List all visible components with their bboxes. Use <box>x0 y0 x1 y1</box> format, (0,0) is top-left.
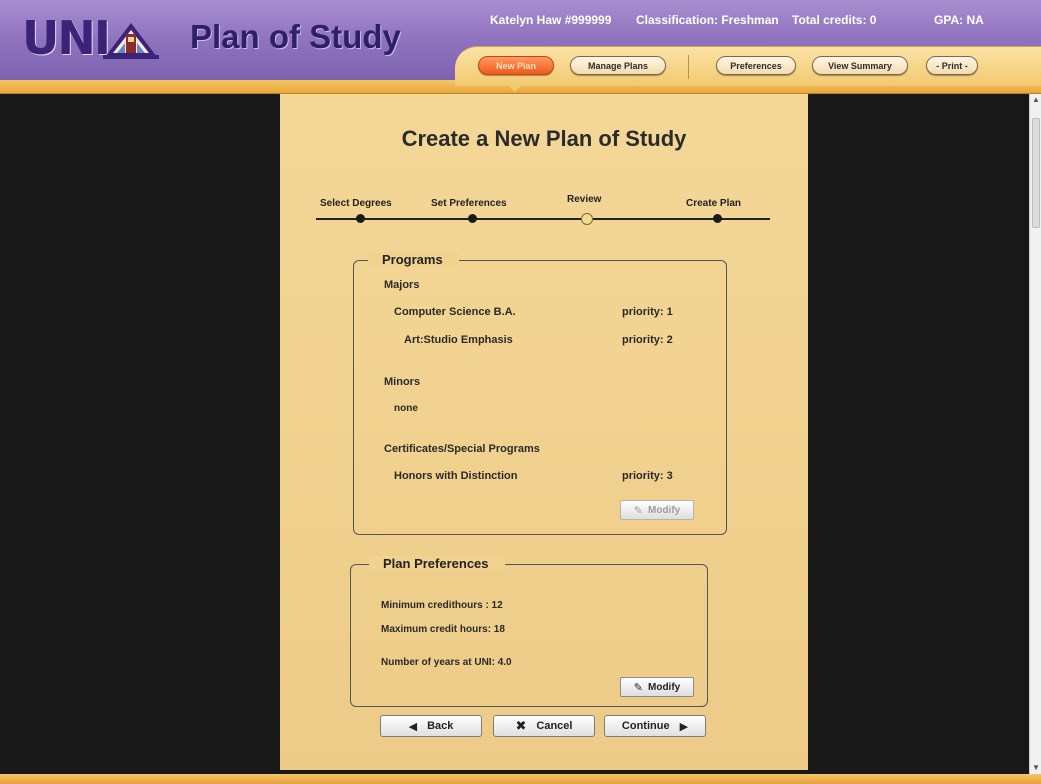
minors-heading: Minors <box>384 376 421 388</box>
user-name: Katelyn Haw #999999 <box>490 13 612 27</box>
modify-preferences-button[interactable]: ✎ Modify <box>620 677 694 697</box>
step-dot-current <box>581 213 593 225</box>
back-button[interactable]: ◀ Back <box>380 715 482 737</box>
back-label: Back <box>427 720 454 732</box>
major-priority: priority: 1 <box>622 306 673 318</box>
minors-value: none <box>394 403 418 414</box>
step-review: Review <box>567 194 602 205</box>
min-credit-hours: Minimum credithours : 12 <box>381 600 503 611</box>
major-priority: priority: 2 <box>622 334 673 346</box>
logo-text: UNI <box>22 11 111 65</box>
max-credit-hours: Maximum credit hours: 18 <box>381 624 505 635</box>
wizard-panel: Create a New Plan of Study Select Degree… <box>280 94 808 770</box>
cancel-label: Cancel <box>536 720 573 732</box>
tab-divider <box>688 55 689 79</box>
certificate-priority: priority: 3 <box>622 470 673 482</box>
tab-view-summary[interactable]: View Summary <box>812 56 908 75</box>
active-tab-pointer <box>507 84 523 92</box>
majors-heading: Majors <box>384 279 420 291</box>
years-at-uni: Number of years at UNI: 4.0 <box>381 657 512 668</box>
tab-print[interactable]: - Print - <box>926 56 978 75</box>
vertical-scrollbar[interactable]: ▲ ▼ <box>1029 94 1041 774</box>
plan-preferences-fieldset: Plan Preferences Minimum credithours : 1… <box>350 556 708 707</box>
wizard-steps: Select Degrees Set Preferences Review Cr… <box>310 194 790 234</box>
footer-strip <box>0 774 1041 784</box>
step-select-degrees: Select Degrees <box>320 198 392 209</box>
cancel-button[interactable]: ✖ Cancel <box>493 715 595 737</box>
page-title: Create a New Plan of Study <box>401 126 687 151</box>
step-dot <box>468 214 477 223</box>
arrow-right-icon: ▶ <box>679 720 689 733</box>
pencil-icon: ✎ <box>633 681 643 694</box>
modify-label: Modify <box>648 504 681 516</box>
uni-logo[interactable]: UNI <box>22 14 159 62</box>
scroll-up-arrow-icon[interactable]: ▲ <box>1030 94 1041 106</box>
step-create-plan: Create Plan <box>686 198 742 209</box>
step-set-preferences: Set Preferences <box>431 198 507 209</box>
user-info-bar: Katelyn Haw #999999 Classification: Fres… <box>490 13 1030 29</box>
step-dot <box>713 214 722 223</box>
tab-preferences[interactable]: Preferences <box>716 56 796 75</box>
modify-label: Modify <box>648 681 681 693</box>
certificates-heading: Certificates/Special Programs <box>384 443 540 455</box>
step-dot <box>356 214 365 223</box>
tab-new-plan[interactable]: New Plan <box>478 56 554 75</box>
classification: Classification: Freshman <box>636 13 779 27</box>
tab-manage-plans[interactable]: Manage Plans <box>570 56 666 75</box>
campanile-icon <box>102 23 159 59</box>
programs-fieldset: Programs Majors Computer Science B.A. pr… <box>353 252 727 535</box>
step-progress-line <box>316 218 770 220</box>
pencil-icon: ✎ <box>633 504 643 517</box>
continue-label: Continue <box>621 720 670 732</box>
certificate-name: Honors with Distinction <box>394 470 518 482</box>
programs-legend: Programs <box>368 252 459 267</box>
major-name: Art:Studio Emphasis <box>404 334 513 346</box>
plan-preferences-legend: Plan Preferences <box>369 556 505 571</box>
major-name: Computer Science B.A. <box>394 306 516 318</box>
app-title: Plan of Study <box>190 18 401 55</box>
continue-button[interactable]: Continue ▶ <box>604 715 706 737</box>
modify-programs-button[interactable]: ✎ Modify <box>620 500 694 520</box>
total-credits: Total credits: 0 <box>792 13 877 27</box>
scroll-thumb[interactable] <box>1032 118 1040 228</box>
arrow-left-icon: ◀ <box>408 720 418 733</box>
gpa: GPA: NA <box>934 13 984 27</box>
scroll-down-arrow-icon[interactable]: ▼ <box>1030 762 1041 774</box>
close-icon: ✖ <box>515 718 527 733</box>
